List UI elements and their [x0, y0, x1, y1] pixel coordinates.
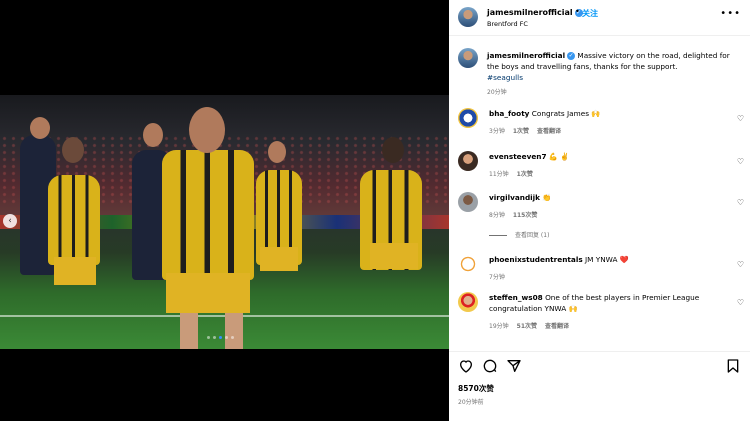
post-panel: jamesmilnerofficial ✓ • 关注 Brentford FC •… — [449, 0, 750, 421]
comment-text-block: phoenixstudentrentals JM YNWA ❤️ — [489, 254, 729, 265]
comment-username[interactable]: phoenixstudentrentals — [489, 255, 583, 264]
player-shorts — [54, 257, 96, 285]
carousel-dot — [207, 336, 210, 339]
comment-username[interactable]: steffen_ws08 — [489, 293, 543, 302]
comment-text-block: virgilvandijk 👏 — [489, 192, 729, 203]
heart-icon[interactable]: ♡ — [737, 298, 744, 307]
main-player-leg — [180, 313, 198, 349]
comment-text-block: evensteeven7 💪 ✌️ — [489, 151, 729, 162]
header-username[interactable]: jamesmilnerofficial ✓ — [487, 8, 583, 17]
comment-icon[interactable] — [482, 358, 498, 374]
heart-icon[interactable] — [458, 358, 474, 374]
media-viewer: ‹ — [0, 0, 449, 421]
comment-text: Congrats James 🙌 — [531, 109, 601, 118]
heart-icon[interactable]: ♡ — [737, 260, 744, 269]
username-link[interactable]: jamesmilnerofficial — [487, 8, 573, 17]
heart-icon[interactable]: ♡ — [737, 114, 744, 123]
post-time: 20分钟前 — [458, 399, 484, 406]
comment-username[interactable]: evensteeven7 — [489, 152, 547, 161]
comment-meta: 7分钟 — [489, 272, 513, 281]
comment-username[interactable]: virgilvandijk — [489, 193, 540, 202]
main-player-leg — [225, 313, 243, 349]
translate-link[interactable]: 查看翻译 — [537, 128, 561, 135]
post-caption: jamesmilnerofficial ✓ Massive victory on … — [487, 50, 739, 83]
heart-icon[interactable]: ♡ — [737, 157, 744, 166]
staff-head — [30, 117, 50, 139]
more-options-icon[interactable]: ••• — [720, 8, 741, 19]
avatar[interactable] — [458, 292, 478, 312]
comment-like-count[interactable]: 1次赞 — [517, 171, 533, 178]
carousel-dot — [213, 336, 216, 339]
hashtag-link[interactable]: #seagulls — [487, 73, 523, 82]
comment-time: 8分钟 — [489, 212, 505, 219]
comment-like-count[interactable]: 1次赞 — [513, 128, 529, 135]
player-shorts — [260, 247, 298, 271]
heart-icon[interactable]: ♡ — [737, 198, 744, 207]
avatar[interactable] — [458, 192, 478, 212]
caption-username[interactable]: jamesmilnerofficial — [487, 51, 565, 60]
comment-text-block: steffen_ws08 One of the best players in … — [489, 292, 729, 314]
post-photo[interactable] — [0, 95, 449, 349]
view-replies-link[interactable]: 查看回复 (1) — [489, 230, 549, 239]
comment-time: 11分钟 — [489, 171, 509, 178]
player-head — [382, 137, 404, 163]
player-head — [268, 141, 286, 163]
comment-meta: 8分钟 115次赞 — [489, 210, 545, 219]
caption-time: 20分钟 — [487, 89, 507, 96]
bookmark-icon[interactable] — [725, 358, 741, 374]
player-figure — [48, 175, 100, 265]
post-header: jamesmilnerofficial ✓ • 关注 Brentford FC •… — [449, 0, 750, 36]
comment-meta: 11分钟 1次赞 — [489, 169, 541, 178]
like-count[interactable]: 8570次赞 — [458, 383, 494, 394]
comment-username[interactable]: bha_footy — [489, 109, 529, 118]
main-player-head — [189, 107, 225, 153]
carousel-dot — [231, 336, 234, 339]
staff-head — [143, 123, 163, 147]
player-head — [62, 137, 84, 163]
avatar[interactable] — [458, 151, 478, 171]
translate-link[interactable]: 查看翻译 — [545, 323, 569, 330]
comment-like-count[interactable]: 51次赞 — [517, 323, 537, 330]
carousel-dot — [225, 336, 228, 339]
avatar[interactable] — [458, 108, 478, 128]
verified-badge-icon: ✓ — [567, 52, 576, 60]
follow-button[interactable]: 关注 — [582, 8, 598, 19]
carousel-dots — [207, 336, 234, 339]
comment-text-block: bha_footy Congrats James 🙌 — [489, 108, 729, 119]
comment-time: 19分钟 — [489, 323, 509, 330]
avatar[interactable] — [458, 7, 478, 27]
avatar[interactable] — [458, 48, 478, 68]
carousel-dot — [219, 336, 222, 339]
chevron-left-icon[interactable]: ‹ — [3, 214, 17, 228]
comment-time: 3分钟 — [489, 128, 505, 135]
comment-meta: 19分钟 51次赞 查看翻译 — [489, 321, 577, 330]
comment-like-count[interactable]: 115次赞 — [513, 212, 538, 219]
avatar[interactable] — [458, 254, 478, 274]
separator-dot: • — [575, 7, 580, 16]
share-icon[interactable] — [506, 358, 522, 374]
comment-meta: 3分钟 1次赞 查看翻译 — [489, 126, 569, 135]
comment-text: 👏 — [542, 193, 552, 202]
main-player-figure — [162, 150, 254, 280]
location-link[interactable]: Brentford FC — [487, 20, 528, 28]
comment-time: 7分钟 — [489, 274, 505, 281]
comment-text: 💪 ✌️ — [548, 152, 570, 161]
action-bar: 8570次赞 20分钟前 — [449, 351, 750, 421]
player-shorts — [370, 243, 418, 269]
main-player-shorts — [166, 273, 250, 313]
comment-text: JM YNWA ❤️ — [585, 255, 629, 264]
